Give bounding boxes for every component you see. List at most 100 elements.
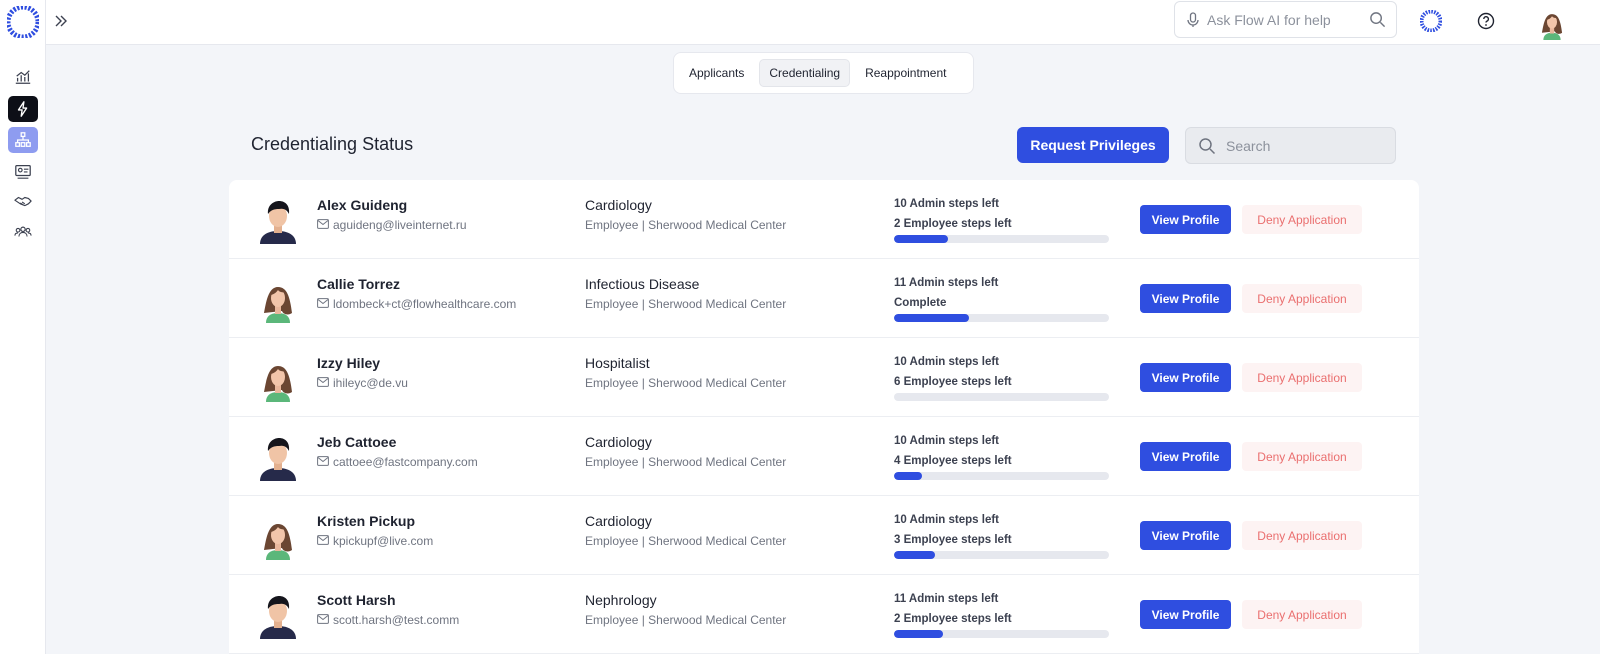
applicant-email: ldombeck+ct@flowhealthcare.com [317, 297, 516, 311]
ask-ai-input[interactable]: Ask Flow AI for help [1174, 1, 1397, 38]
org-chart-icon[interactable] [8, 127, 38, 153]
organization: Employee | Sherwood Medical Center [585, 455, 787, 469]
help-icon[interactable] [1477, 12, 1495, 30]
flow-ai-icon[interactable] [1420, 10, 1442, 32]
department: Infectious Disease [585, 276, 700, 292]
avatar [254, 194, 302, 244]
mail-icon [317, 613, 329, 627]
progress-bar [894, 472, 1109, 480]
email-text: aguideng@liveinternet.ru [333, 218, 467, 232]
department: Cardiology [585, 197, 652, 213]
employee-steps: 2 Employee steps left [894, 218, 1012, 230]
view-profile-button[interactable]: View Profile [1140, 284, 1231, 313]
mail-icon [317, 455, 329, 469]
team-icon[interactable] [8, 219, 38, 245]
expand-sidebar-icon[interactable] [50, 10, 72, 32]
progress-bar [894, 551, 1109, 559]
view-profile-button[interactable]: View Profile [1140, 600, 1231, 629]
avatar [254, 431, 302, 481]
analytics-icon[interactable] [8, 64, 38, 90]
progress-fill [894, 235, 948, 243]
ask-ai-placeholder: Ask Flow AI for help [1207, 11, 1331, 28]
organization: Employee | Sherwood Medical Center [585, 534, 787, 548]
progress-fill [894, 314, 970, 322]
progress-bar [894, 314, 1109, 322]
admin-steps: 11 Admin steps left [894, 593, 999, 605]
applicant-row: Kristen Pickup kpickupf@live.com Cardiolog… [229, 496, 1419, 575]
search-input[interactable]: Search [1185, 127, 1396, 164]
applicant-email: ihileyc@de.vu [317, 376, 408, 390]
search-icon [1199, 137, 1216, 154]
applicant-row: Scott Harsh scott.harsh@test.comm Nephrolo… [229, 575, 1419, 654]
employee-steps: 6 Employee steps left [894, 376, 1012, 388]
flow-logo-icon[interactable] [7, 6, 39, 38]
progress-fill [894, 551, 935, 559]
applicant-row: Callie Torrez ldombeck+ct@flowhealthcare.… [229, 259, 1419, 338]
search-placeholder: Search [1226, 137, 1271, 154]
applicant-name: Izzy Hiley [317, 355, 381, 371]
department: Nephrology [585, 592, 657, 608]
organization: Employee | Sherwood Medical Center [585, 613, 787, 627]
deny-application-button[interactable]: Deny Application [1242, 521, 1362, 550]
request-privileges-button[interactable]: Request Privileges [1017, 127, 1169, 163]
department: Cardiology [585, 513, 652, 529]
flow-bolt-icon[interactable] [8, 96, 38, 122]
applicant-name: Callie Torrez [317, 276, 400, 292]
progress-fill [894, 630, 944, 638]
tab-credentialing[interactable]: Credentialing [759, 59, 851, 87]
sidebar [0, 0, 46, 654]
progress-bar [894, 235, 1109, 243]
deny-application-button[interactable]: Deny Application [1242, 205, 1362, 234]
applicant-name: Scott Harsh [317, 592, 396, 608]
applicant-row: Jeb Cattoee cattoee@fastcompany.com Cardio… [229, 417, 1419, 496]
applicant-name: Alex Guideng [317, 197, 408, 213]
search-icon[interactable] [1369, 11, 1386, 28]
applicant-email: scott.harsh@test.comm [317, 613, 459, 627]
avatar [254, 352, 302, 402]
admin-steps: 10 Admin steps left [894, 514, 1000, 526]
avatar [254, 589, 302, 639]
mail-icon [317, 534, 329, 548]
top-bar: Ask Flow AI for help [46, 0, 1600, 45]
deny-application-button[interactable]: Deny Application [1242, 363, 1362, 392]
employee-steps: 2 Employee steps left [894, 613, 1012, 625]
department: Hospitalist [585, 355, 650, 371]
tab-applicants[interactable]: Applicants [680, 60, 753, 86]
progress-bar [894, 630, 1109, 638]
email-text: kpickupf@live.com [333, 534, 434, 548]
progress-bar [894, 393, 1109, 401]
tab-bar: Applicants Credentialing Reappointment [673, 52, 974, 94]
organization: Employee | Sherwood Medical Center [585, 376, 787, 390]
email-text: ihileyc@de.vu [333, 376, 408, 390]
applicant-row: Izzy Hiley ihileyc@de.vu Hospitalist Employ… [229, 338, 1419, 417]
mail-icon [317, 297, 329, 311]
microphone-icon[interactable] [1185, 11, 1201, 28]
deny-application-button[interactable]: Deny Application [1242, 442, 1362, 471]
handshake-icon[interactable] [8, 189, 38, 215]
employee-steps: 3 Employee steps left [894, 534, 1012, 546]
view-profile-button[interactable]: View Profile [1140, 521, 1231, 550]
applicant-row: Alex Guideng aguideng@liveinternet.ru Card… [229, 180, 1419, 259]
avatar [254, 510, 302, 560]
deny-application-button[interactable]: Deny Application [1242, 284, 1362, 313]
tab-reappointment[interactable]: Reappointment [856, 60, 955, 86]
department: Cardiology [585, 434, 652, 450]
view-profile-button[interactable]: View Profile [1140, 205, 1231, 234]
applicant-list: Alex Guideng aguideng@liveinternet.ru Card… [229, 180, 1419, 654]
deny-application-button[interactable]: Deny Application [1242, 600, 1362, 629]
admin-steps: 10 Admin steps left [894, 435, 1000, 447]
page-title: Credentialing Status [251, 134, 414, 154]
id-card-icon[interactable] [8, 158, 38, 184]
user-avatar[interactable] [1534, 4, 1570, 40]
applicant-email: kpickupf@live.com [317, 534, 433, 548]
organization: Employee | Sherwood Medical Center [585, 218, 787, 232]
avatar [254, 273, 302, 323]
view-profile-button[interactable]: View Profile [1140, 363, 1231, 392]
admin-steps: 10 Admin steps left [894, 198, 1000, 210]
admin-steps: 10 Admin steps left [894, 356, 1000, 368]
admin-steps: 11 Admin steps left [894, 277, 999, 289]
view-profile-button[interactable]: View Profile [1140, 442, 1231, 471]
mail-icon [317, 376, 329, 390]
applicant-email: cattoee@fastcompany.com [317, 455, 478, 469]
progress-fill [894, 472, 922, 480]
